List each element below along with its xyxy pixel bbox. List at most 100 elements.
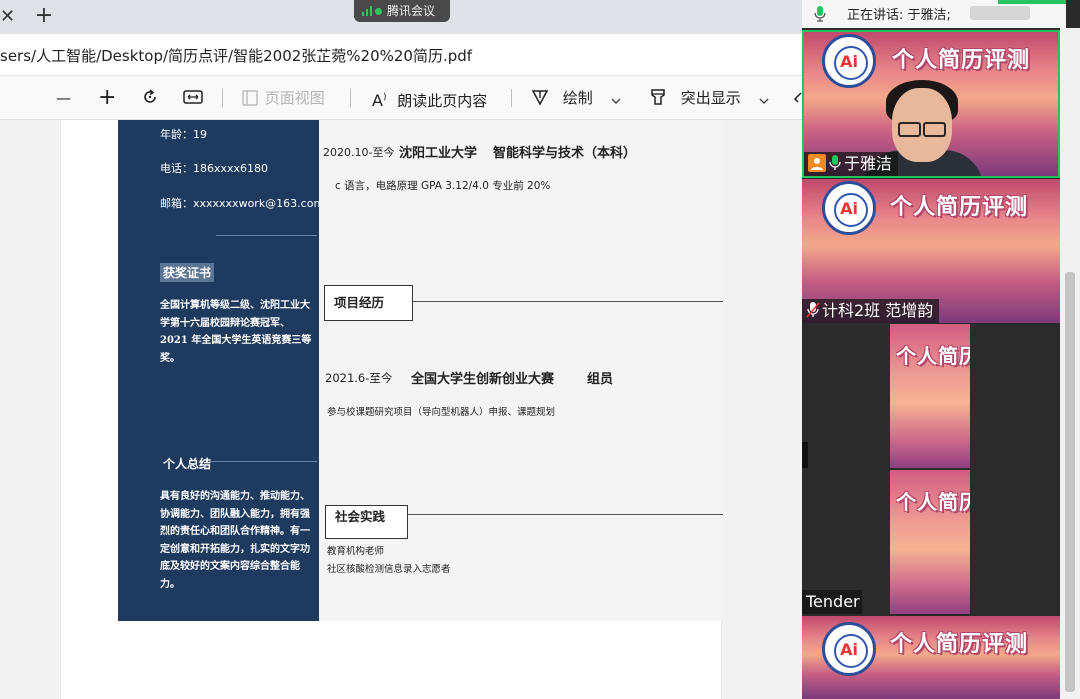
meeting-status-pill[interactable]: 腾讯会议	[354, 0, 450, 22]
practice-item-2: 社区核酸检测信息录入志愿者	[327, 564, 451, 575]
active-speaker-text: 正在讲话: 于雅洁;	[847, 8, 951, 23]
pdf-toolbar: — + 页面视图 A) 朗读此页内容 绘制 突出显示	[0, 76, 802, 120]
address-bar[interactable]: sers/人工智能/Desktop/简历点评/智能2002张芷菀%20%20简历…	[0, 34, 802, 76]
toolbar-divider	[222, 89, 223, 107]
fit-width-icon	[183, 90, 203, 104]
toolbar-divider	[511, 89, 512, 107]
video-tile[interactable]: Ai 个人简历评测 计科2班 范增韵	[802, 179, 1060, 323]
section-rule	[408, 514, 723, 515]
logo-letter-i: i	[852, 52, 858, 71]
video-tile[interactable]: Ai 个人简历评测	[802, 616, 1060, 699]
panel-scrollbar-thumb[interactable]	[1065, 272, 1075, 692]
summary-text: 具有良好的沟通能力、推动能力、协调能力、团队融入能力，拥有强烈的责任心和团队合作…	[160, 491, 310, 590]
active-indicator	[998, 0, 1066, 4]
project-period: 2021.6-至今	[325, 371, 393, 385]
page-view-label: 页面视图	[264, 89, 325, 107]
zoom-in-button[interactable]: +	[98, 76, 116, 120]
university-logo: Ai	[822, 34, 876, 88]
draw-label: 绘制	[562, 89, 593, 107]
read-aloud-label: 朗读此页内容	[397, 92, 488, 111]
pdf-page: 年龄：19 电话：186xxxx6180 邮箱：xxxxxxxwork@163.…	[60, 120, 723, 699]
participant-name: Tender	[806, 592, 860, 611]
eraser-icon	[793, 92, 802, 103]
video-tile[interactable]: 个人简历	[802, 324, 1060, 468]
logo-letter-a: A	[840, 199, 853, 218]
resume-main-column: 2020.10-至今 沈阳工业大学 智能科学与技术（本科） c 语言，电路原理 …	[319, 120, 723, 621]
practice-item-1: 教育机构老师	[327, 546, 385, 557]
phone-text: 电话：186xxxx6180	[160, 162, 269, 175]
participant-name-tag: 计科2班 范增韵	[802, 299, 940, 323]
highlight-button[interactable]: 突出显示	[648, 76, 741, 120]
highlight-label: 突出显示	[680, 89, 741, 107]
age-text: 年龄：19	[160, 128, 207, 141]
banner-title: 个人简历评测	[890, 632, 1029, 657]
projects-heading: 项目经历	[324, 285, 413, 321]
new-tab-button[interactable]: +	[32, 3, 56, 29]
participant-video	[898, 122, 946, 137]
awards-text: 全国计算机等级二级、沈阳工业大学第十六届校园辩论赛冠军、2021 年全国大学生英…	[160, 300, 312, 364]
microphone-icon	[829, 155, 841, 170]
eraser-button[interactable]	[792, 76, 802, 120]
participant-name: 于雅洁	[844, 154, 893, 173]
project-description: 参与校课题研究项目（导向型机器人）申报、课题规划	[327, 407, 556, 418]
rotate-button[interactable]	[140, 76, 160, 120]
page-view-icon	[242, 90, 258, 106]
chevron-down-icon	[611, 98, 621, 104]
education-major: 智能科学与技术（本科）	[493, 146, 637, 161]
banner-title: 个人简历评测	[890, 195, 1029, 220]
logo-letter-a: A	[840, 640, 853, 659]
education-courses: c 语言，电路原理 GPA 3.12/4.0 专业前 20%	[335, 180, 551, 192]
video-tile[interactable]: Ai 个人简历评测 于雅洁	[802, 30, 1060, 178]
url-text[interactable]: sers/人工智能/Desktop/简历点评/智能2002张芷菀%20%20简历…	[0, 45, 472, 66]
participant-name: 计科2班 范增韵	[822, 301, 934, 320]
toolbar-divider	[350, 89, 351, 107]
education-period: 2020.10-至今	[323, 146, 395, 159]
university-logo: Ai	[822, 622, 876, 676]
resume-sidebar: 年龄：19 电话：186xxxx6180 邮箱：xxxxxxxwork@163.…	[118, 120, 324, 621]
logo-letter-i: i	[852, 640, 858, 659]
highlight-options-dropdown[interactable]	[758, 76, 770, 120]
draw-button[interactable]: 绘制	[530, 76, 593, 120]
logo-letter-i: i	[852, 199, 858, 218]
participant-name-tag: 于雅洁	[804, 152, 899, 176]
practice-heading: 社会实践	[325, 505, 408, 539]
awards-heading: 获奖证书	[160, 263, 215, 282]
fit-width-button[interactable]	[182, 76, 204, 120]
highlighter-icon	[651, 89, 665, 105]
panel-scrollbar[interactable]	[1060, 28, 1080, 699]
banner-title: 个人简历	[896, 490, 970, 514]
summary-heading: 个人总结	[163, 457, 212, 471]
close-tab-button[interactable]: ✕	[0, 6, 20, 28]
recording-dot-icon	[375, 8, 382, 15]
page-view-button[interactable]: 页面视图	[240, 76, 325, 120]
draw-options-dropdown[interactable]	[610, 76, 622, 120]
chevron-down-icon	[759, 98, 769, 104]
host-icon	[808, 154, 826, 172]
microphone-icon	[814, 6, 826, 22]
meeting-app-label: 腾讯会议	[387, 4, 436, 18]
zoom-out-button[interactable]: —	[56, 76, 71, 120]
read-aloud-icon: A)	[372, 91, 387, 111]
draw-icon	[531, 90, 549, 106]
tile-edge	[802, 442, 808, 468]
signal-icon	[362, 6, 372, 16]
video-tile[interactable]: 个人简历 Tender	[802, 470, 1060, 614]
microphone-muted-icon	[806, 302, 820, 318]
university-logo: Ai	[822, 181, 876, 235]
project-name: 全国大学生创新创业大赛	[411, 372, 555, 387]
banner-title: 个人简历	[896, 344, 970, 368]
active-speaker-bar: 正在讲话: 于雅洁;	[802, 0, 1066, 28]
read-aloud-button[interactable]: A) 朗读此页内容	[372, 76, 487, 120]
speaking-redacted-area	[970, 6, 1030, 20]
sidebar-divider	[216, 235, 317, 236]
email-text: 邮箱：xxxxxxxwork@163.com	[160, 197, 325, 210]
pdf-viewer[interactable]: 年龄：19 电话：186xxxx6180 邮箱：xxxxxxxwork@163.…	[0, 120, 802, 699]
project-role: 组员	[587, 372, 614, 387]
logo-letter-a: A	[840, 52, 853, 71]
education-school: 沈阳工业大学	[399, 146, 478, 161]
section-rule	[413, 301, 723, 302]
sidebar-divider	[210, 461, 317, 462]
banner-title: 个人简历评测	[892, 48, 1031, 73]
rotate-icon	[144, 89, 156, 103]
participant-name-tag: Tender	[802, 590, 862, 614]
